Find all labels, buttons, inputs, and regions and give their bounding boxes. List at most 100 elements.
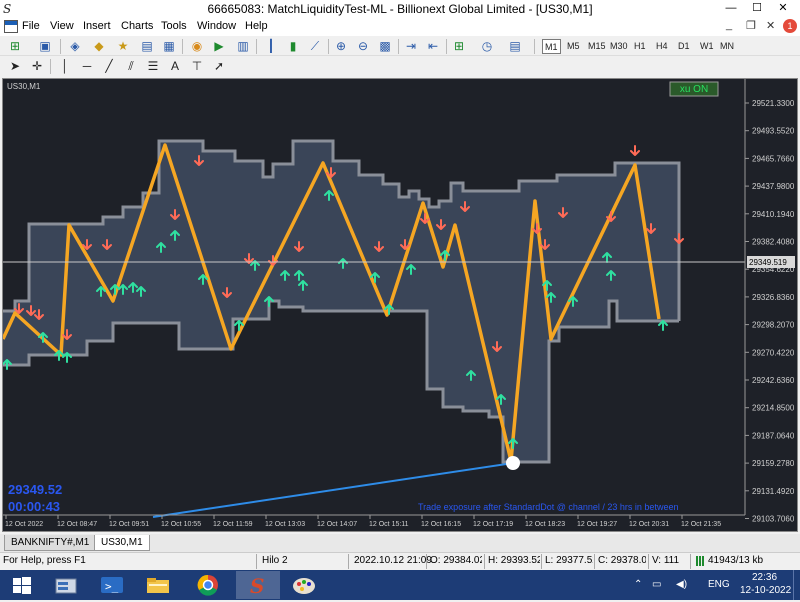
menu-view[interactable]: View: [50, 20, 74, 32]
tab-us30[interactable]: US30,M1: [94, 535, 150, 551]
fibonacci-icon[interactable]: ☰: [144, 58, 162, 75]
arrows-icon[interactable]: ➚: [210, 58, 228, 75]
menu-tools[interactable]: Tools: [161, 20, 187, 32]
terminal-icon[interactable]: ▤: [138, 38, 156, 55]
server-manager-icon[interactable]: [44, 571, 88, 599]
status-low: L: 29377.520: [545, 555, 593, 566]
x-tick-label: 12 Oct 17:19: [473, 521, 513, 528]
chrome-icon[interactable]: [186, 571, 230, 599]
templates-icon[interactable]: ▤: [506, 38, 524, 55]
y-tick-label: 29465.7660: [752, 154, 795, 163]
menu-window[interactable]: Window: [197, 20, 236, 32]
tab-banknifty[interactable]: BANKNIFTY#,M1: [4, 535, 97, 551]
timeframe-m30[interactable]: M30: [608, 39, 630, 54]
timeframe-w1[interactable]: W1: [698, 39, 716, 54]
network-icon[interactable]: ▭: [652, 579, 661, 590]
timeframe-m1[interactable]: M1: [542, 39, 561, 54]
timeframe-h1[interactable]: H1: [632, 39, 648, 54]
mdi-minimize-button[interactable]: _: [726, 19, 732, 31]
text-label-icon[interactable]: ⊤: [188, 58, 206, 75]
svg-text:>_: >_: [105, 580, 119, 593]
y-tick-label: 29382.4080: [752, 238, 795, 247]
trendline-icon[interactable]: ╱: [100, 58, 118, 75]
profiles-icon[interactable]: ▣: [36, 38, 54, 55]
trend-anchor-dot[interactable]: [506, 456, 520, 470]
crosshair-icon[interactable]: ✛: [28, 58, 46, 75]
status-bar: For Help, press F1 Hilo 2 2022.10.12 21:…: [0, 552, 800, 569]
auto-scroll-icon[interactable]: ⇥: [402, 38, 420, 55]
metaeditor-icon[interactable]: ▥: [234, 38, 252, 55]
price-chart[interactable]: 29521.3300 29493.5520 29465.7660 29437.9800…: [3, 79, 797, 531]
taskbar: >_ S ⌃ ▭ ◀) ENG 22:36 12-10-2022: [0, 570, 800, 600]
y-tick-label: 29187.0640: [752, 431, 795, 440]
chart-window-icon[interactable]: [4, 20, 18, 33]
mdi-restore-button[interactable]: ❐: [746, 19, 756, 32]
autotrading-icon[interactable]: ▶: [210, 38, 228, 55]
channel-icon[interactable]: ⫽: [122, 58, 140, 75]
clock-date[interactable]: 12-10-2022: [740, 585, 791, 596]
status-close: C: 29378.020: [598, 555, 646, 566]
file-explorer-icon[interactable]: [136, 571, 180, 599]
svg-text:S: S: [250, 574, 264, 598]
notification-badge[interactable]: 1: [783, 19, 797, 33]
zoom-out-icon[interactable]: ⊖: [354, 38, 372, 55]
language-indicator[interactable]: ENG: [708, 579, 730, 590]
mdi-close-button[interactable]: ✕: [766, 19, 775, 32]
data-window-icon[interactable]: ◆: [90, 38, 108, 55]
text-tool-icon[interactable]: A: [166, 58, 184, 75]
tile-windows-icon[interactable]: ▩: [376, 38, 394, 55]
new-chart-icon[interactable]: ⊞: [6, 38, 24, 55]
chart-window[interactable]: 29521.3300 29493.5520 29465.7660 29437.9800…: [2, 78, 798, 532]
indicators-icon[interactable]: ⊞: [450, 38, 468, 55]
price-marker-label: 29349.519: [749, 258, 787, 267]
xu-on-label: xu ON: [680, 84, 708, 95]
status-datetime: 2022.10.12 21:09: [354, 555, 432, 566]
cursor-icon[interactable]: ➤: [6, 58, 24, 75]
show-desktop-button[interactable]: [793, 570, 800, 600]
timeframe-m5[interactable]: M5: [565, 39, 582, 54]
volume-icon[interactable]: ◀): [676, 579, 687, 590]
title-bar: S 66665083: MatchLiquidityTest-ML - Bill…: [0, 0, 800, 18]
x-tick-label: 12 Oct 21:35: [681, 521, 721, 528]
navigator-icon[interactable]: ★: [114, 38, 132, 55]
bar-chart-icon[interactable]: ┃: [262, 38, 280, 55]
menu-file[interactable]: File: [22, 20, 40, 32]
new-order-icon[interactable]: ◉: [188, 38, 206, 55]
timeframe-mn[interactable]: MN: [718, 39, 736, 54]
zoom-in-icon[interactable]: ⊕: [332, 38, 350, 55]
y-tick-label: 29270.4220: [752, 348, 795, 357]
y-tick-label: 29437.9800: [752, 182, 795, 191]
status-traffic: 41943/13 kb: [708, 555, 764, 566]
chart-shift-icon[interactable]: ⇤: [424, 38, 442, 55]
powershell-icon[interactable]: >_: [90, 571, 134, 599]
menu-help[interactable]: Help: [245, 20, 268, 32]
start-button[interactable]: [0, 571, 44, 599]
vertical-line-icon[interactable]: │: [56, 58, 74, 75]
candlestick-icon[interactable]: ▮: [284, 38, 302, 55]
timeframe-m15[interactable]: M15: [586, 39, 608, 54]
menu-bar: File View Insert Charts Tools Window Hel…: [0, 18, 800, 36]
minimize-button[interactable]: —: [718, 0, 744, 18]
horizontal-line-icon[interactable]: ─: [78, 58, 96, 75]
standard-toolbar: ⊞ ▣ ◈ ◆ ★ ▤ ▦ ◉ ▶ ▥ ┃ ▮ ⟋ ⊕ ⊖ ▩ ⇥ ⇤ ⊞ ◷ …: [0, 36, 800, 56]
connection-icon: [696, 556, 705, 566]
y-tick-label: 29521.3300: [752, 99, 795, 108]
timeframe-h4[interactable]: H4: [654, 39, 670, 54]
line-chart-icon[interactable]: ⟋: [306, 38, 324, 55]
symbol-label: US30,M1: [7, 82, 41, 91]
trading-app-taskbar-icon[interactable]: S: [236, 571, 280, 599]
menu-charts[interactable]: Charts: [121, 20, 153, 32]
market-watch-icon[interactable]: ◈: [66, 38, 84, 55]
x-tick-label: 12 Oct 10:55: [161, 521, 201, 528]
paint-icon[interactable]: [282, 571, 326, 599]
close-button[interactable]: ✕: [770, 0, 796, 18]
status-profile: Hilo 2: [262, 555, 288, 566]
maximize-button[interactable]: ☐: [744, 0, 770, 18]
tester-icon[interactable]: ▦: [160, 38, 178, 55]
y-tick-label: 29242.6360: [752, 376, 795, 385]
periods-icon[interactable]: ◷: [478, 38, 496, 55]
menu-insert[interactable]: Insert: [83, 20, 111, 32]
clock-time[interactable]: 22:36: [752, 572, 777, 583]
timeframe-d1[interactable]: D1: [676, 39, 692, 54]
tray-expand-icon[interactable]: ⌃: [634, 579, 642, 590]
